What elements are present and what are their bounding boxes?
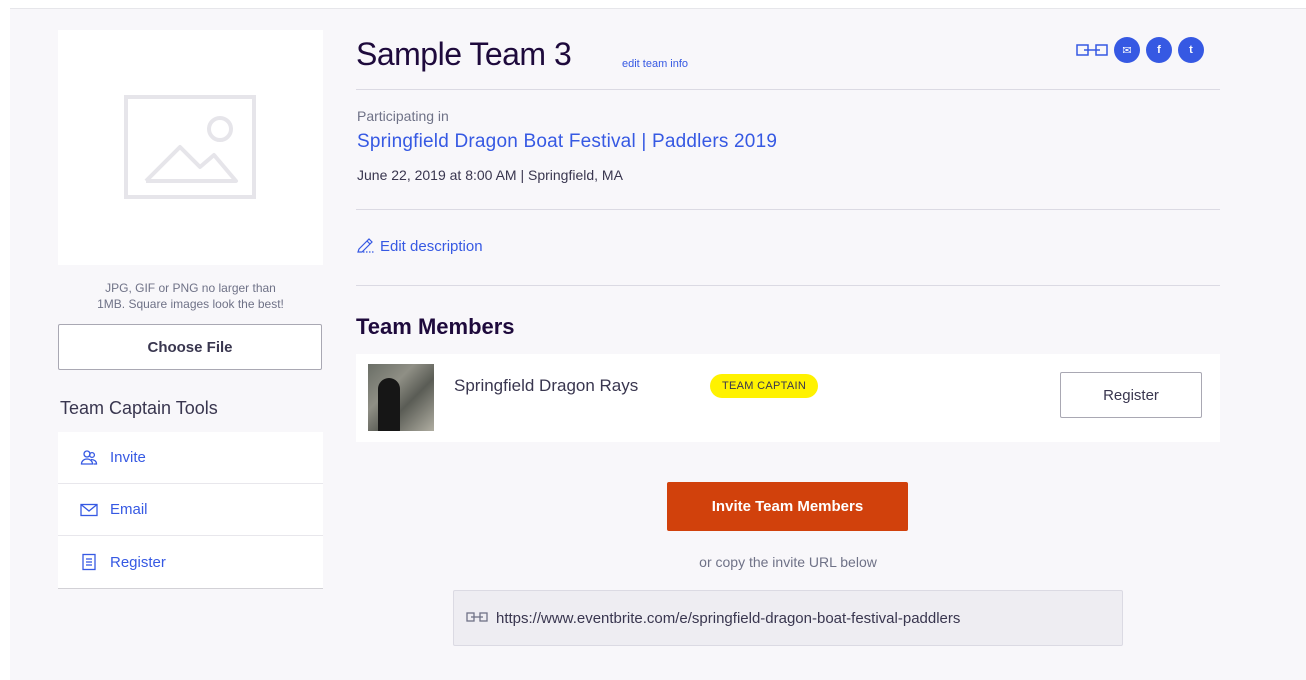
team-captain-tools-list: Invite Email Register [58,432,323,589]
facebook-share-icon[interactable]: f [1146,37,1172,63]
tool-email-label: Email [110,501,148,518]
copy-link-icon[interactable] [1076,40,1108,60]
team-member-row: Springfield Dragon Rays TEAM CAPTAIN Reg… [356,354,1220,442]
member-register-button[interactable]: Register [1060,372,1202,418]
divider-bottom [356,285,1220,286]
users-icon [80,449,98,467]
share-icons: ✉ f t [1076,37,1204,63]
event-date-location: June 22, 2019 at 8:00 AM | Springfield, … [357,167,623,183]
pencil-icon [356,235,376,257]
invite-url-text: https://www.eventbrite.com/e/springfield… [496,609,961,627]
tool-register-label: Register [110,553,166,571]
team-captain-badge: TEAM CAPTAIN [710,374,819,398]
edit-description-link[interactable]: Edit description [356,235,483,257]
member-avatar [368,364,434,431]
tool-invite-label: Invite [110,449,146,466]
divider-middle [356,209,1220,210]
choose-file-button[interactable]: Choose File [58,324,322,370]
link-icon [466,610,488,627]
edit-description-label: Edit description [380,237,483,255]
image-placeholder-icon [124,95,256,199]
event-name-link[interactable]: Springfield Dragon Boat Festival | Paddl… [357,131,777,153]
twitter-share-icon[interactable]: t [1178,37,1204,63]
divider-top [356,89,1220,90]
clipboard-icon [80,553,98,571]
team-photo-placeholder[interactable] [58,30,323,265]
tool-register[interactable]: Register [58,536,323,588]
edit-team-info-link[interactable]: edit team info [622,58,688,70]
upload-hint: JPG, GIF or PNG no larger than 1MB. Squa… [97,281,284,311]
team-captain-tools-title: Team Captain Tools [60,398,218,418]
copy-invite-hint: or copy the invite URL below [699,554,877,570]
team-members-title: Team Members [356,314,515,339]
participating-label: Participating in [357,108,449,124]
invite-team-members-button[interactable]: Invite Team Members [667,482,908,531]
tool-invite[interactable]: Invite [58,432,323,484]
team-name-title: Sample Team 3 [356,36,572,72]
tool-email[interactable]: Email [58,484,323,536]
member-name: Springfield Dragon Rays [454,376,639,395]
envelope-icon [80,501,98,519]
invite-url-field[interactable]: https://www.eventbrite.com/e/springfield… [453,590,1123,646]
email-share-icon[interactable]: ✉ [1114,37,1140,63]
